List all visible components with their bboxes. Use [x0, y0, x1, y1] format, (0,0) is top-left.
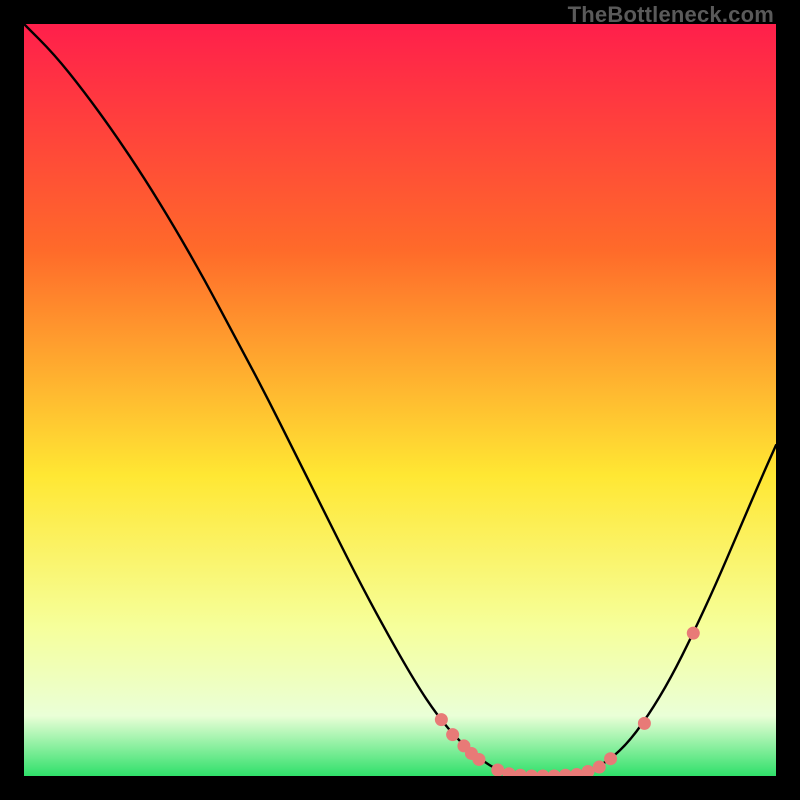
chart-frame: [24, 24, 776, 776]
chart-background: [24, 24, 776, 776]
data-point: [446, 728, 459, 741]
watermark-text: TheBottleneck.com: [568, 2, 774, 28]
bottleneck-chart: [24, 24, 776, 776]
data-point: [604, 752, 617, 765]
data-point: [638, 717, 651, 730]
data-point: [687, 627, 700, 640]
data-point: [491, 763, 504, 776]
data-point: [593, 760, 606, 773]
data-point: [435, 713, 448, 726]
data-point: [472, 753, 485, 766]
